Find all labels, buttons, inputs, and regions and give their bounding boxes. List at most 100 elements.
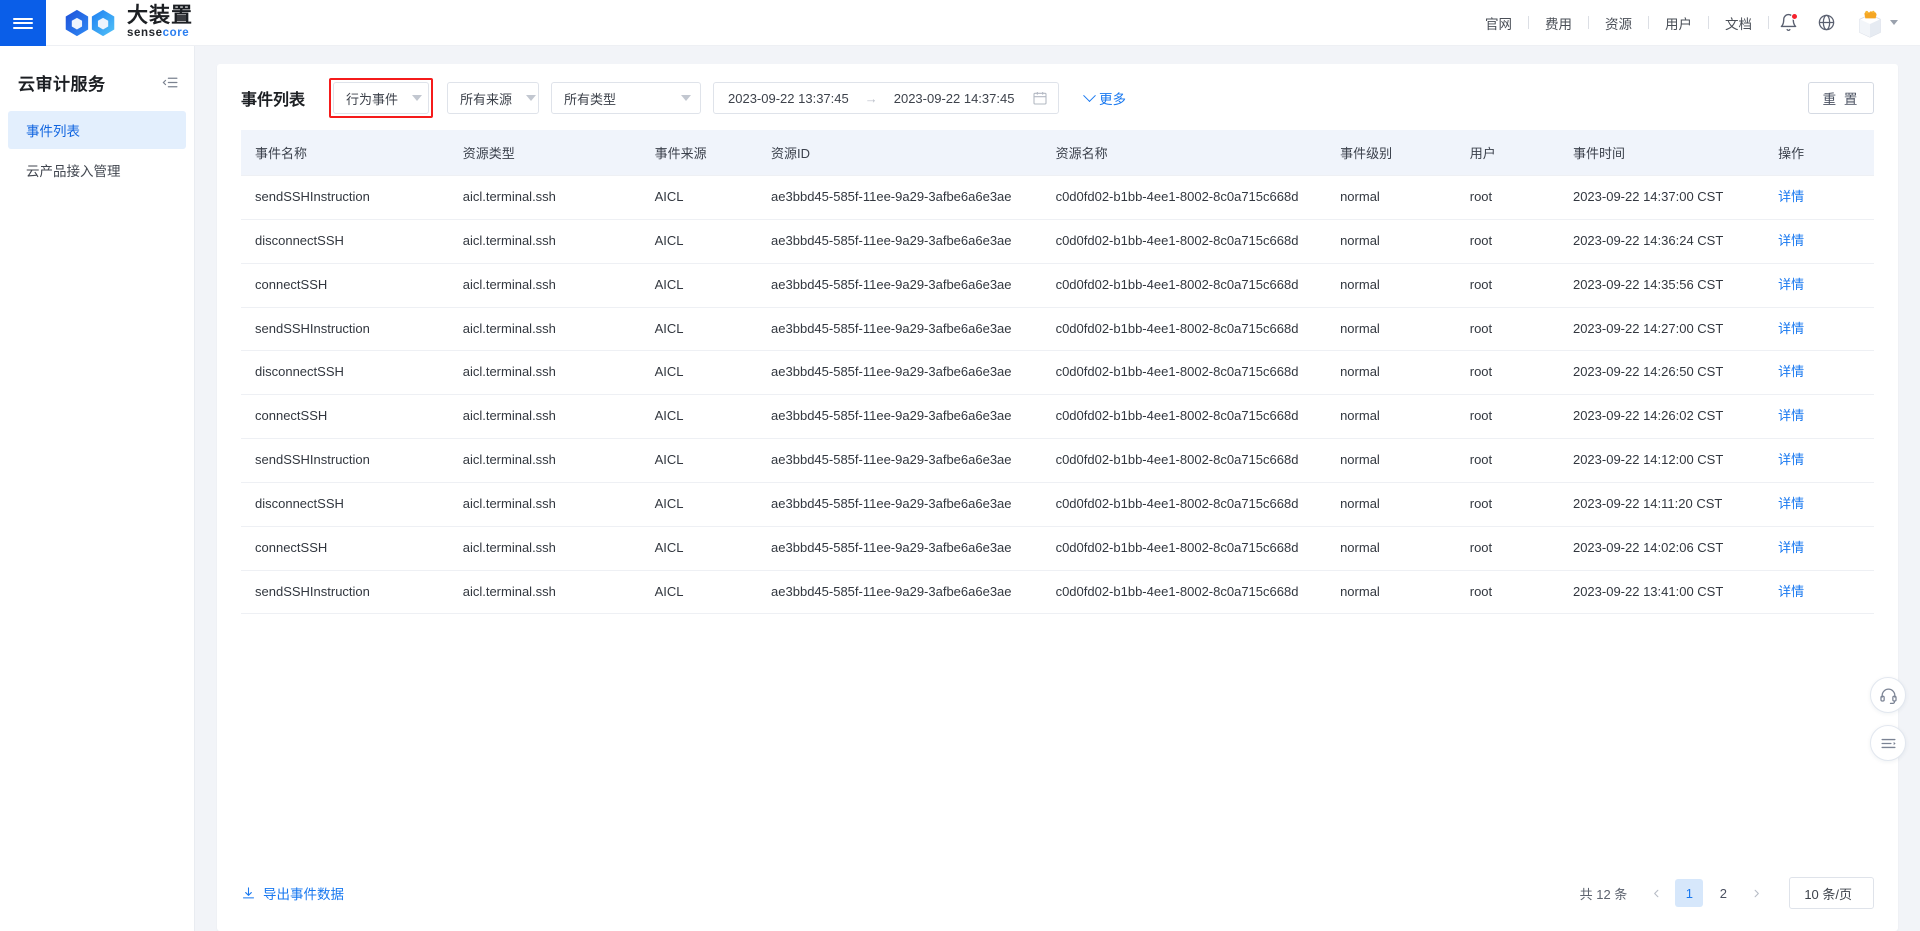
detail-link[interactable]: 详情	[1778, 584, 1804, 599]
table-cell-source: AICL	[645, 439, 761, 483]
table-cell-source: AICL	[645, 570, 761, 614]
event-list-panel: 事件列表 行为事件 所有来源 所有类型 2023-09-22 13:	[217, 64, 1898, 931]
notification-bell-icon[interactable]	[1769, 4, 1807, 42]
table-cell-level: normal	[1330, 526, 1460, 570]
table-cell-name: sendSSHInstruction	[241, 176, 453, 220]
table-cell-rid: ae3bbd45-585f-11ee-9a29-3afbe6a6e3ae	[761, 219, 1046, 263]
date-end-input[interactable]: 2023-09-22 14:37:45	[894, 91, 1015, 106]
brand-name-cn: 大装置	[127, 5, 193, 26]
table-cell-rtype: aicl.terminal.ssh	[453, 526, 645, 570]
page-layout: 云审计服务 事件列表 云产品接入管理 事件列表 行为事件	[0, 46, 1920, 931]
table-cell-rtype: aicl.terminal.ssh	[453, 351, 645, 395]
calendar-icon[interactable]	[1032, 90, 1048, 106]
table-cell-action: 详情	[1768, 439, 1874, 483]
table-cell-rid: ae3bbd45-585f-11ee-9a29-3afbe6a6e3ae	[761, 263, 1046, 307]
source-select[interactable]: 所有来源	[447, 82, 539, 114]
export-events-button[interactable]: 导出事件数据	[241, 883, 344, 903]
table-cell-level: normal	[1330, 176, 1460, 220]
table-cell-time: 2023-09-22 14:27:00 CST	[1563, 307, 1768, 351]
detail-link[interactable]: 详情	[1778, 277, 1804, 292]
event-type-select[interactable]: 行为事件	[333, 82, 429, 114]
table-cell-level: normal	[1330, 395, 1460, 439]
sidebar-item-label: 云产品接入管理	[26, 160, 121, 180]
detail-link[interactable]: 详情	[1778, 408, 1804, 423]
table-header-row: 事件名称 资源类型 事件来源 资源ID 资源名称 事件级别 用户 事件时间 操作	[241, 130, 1874, 176]
table-cell-name: disconnectSSH	[241, 351, 453, 395]
table-cell-rid: ae3bbd45-585f-11ee-9a29-3afbe6a6e3ae	[761, 307, 1046, 351]
detail-link[interactable]: 详情	[1778, 452, 1804, 467]
date-range-picker[interactable]: 2023-09-22 13:37:45 → 2023-09-22 14:37:4…	[713, 82, 1059, 114]
table-cell-rid: ae3bbd45-585f-11ee-9a29-3afbe6a6e3ae	[761, 526, 1046, 570]
pagination-page-1[interactable]: 1	[1675, 879, 1703, 907]
table-cell-rname: c0d0fd02-b1bb-4ee1-8002-8c0a715c668d	[1046, 176, 1331, 220]
headset-support-icon[interactable]	[1870, 677, 1906, 713]
table-cell-user: root	[1460, 570, 1563, 614]
collapse-sidebar-icon[interactable]	[162, 74, 179, 91]
pagination-total: 共 12 条	[1580, 884, 1628, 903]
table-cell-level: normal	[1330, 263, 1460, 307]
table-cell-level: normal	[1330, 219, 1460, 263]
nav-link-official-site[interactable]: 官网	[1469, 13, 1528, 33]
type-select[interactable]: 所有类型	[551, 82, 701, 114]
table-cell-action: 详情	[1768, 176, 1874, 220]
chevron-down-icon	[1890, 20, 1898, 25]
table-cell-rname: c0d0fd02-b1bb-4ee1-8002-8c0a715c668d	[1046, 351, 1331, 395]
table-row: sendSSHInstructionaicl.terminal.sshAICLa…	[241, 439, 1874, 483]
sidebar-item-cloud-product-access[interactable]: 云产品接入管理	[8, 151, 186, 189]
more-filters-toggle[interactable]: 更多	[1085, 88, 1126, 108]
chevron-down-icon	[526, 95, 536, 101]
table-row: connectSSHaicl.terminal.sshAICLae3bbd45-…	[241, 395, 1874, 439]
type-value: 所有类型	[564, 89, 616, 108]
table-cell-name: connectSSH	[241, 526, 453, 570]
table-cell-rtype: aicl.terminal.ssh	[453, 307, 645, 351]
table-cell-rname: c0d0fd02-b1bb-4ee1-8002-8c0a715c668d	[1046, 439, 1331, 483]
reset-button[interactable]: 重 置	[1808, 82, 1874, 114]
sidebar-item-event-list[interactable]: 事件列表	[8, 111, 186, 149]
pagination-page-2[interactable]: 2	[1709, 879, 1737, 907]
panel-list-icon[interactable]	[1870, 725, 1906, 761]
nav-link-resources[interactable]: 资源	[1589, 13, 1648, 33]
date-start-input[interactable]: 2023-09-22 13:37:45	[728, 91, 849, 106]
page-title: 事件列表	[241, 86, 305, 110]
page-size-select[interactable]: 10 条/页	[1789, 877, 1874, 909]
table-cell-rtype: aicl.terminal.ssh	[453, 482, 645, 526]
brand-logo[interactable]: 大装置 sensecore	[46, 0, 193, 45]
table-cell-rid: ae3bbd45-585f-11ee-9a29-3afbe6a6e3ae	[761, 395, 1046, 439]
detail-link[interactable]: 详情	[1778, 189, 1804, 204]
chevron-down-icon	[681, 95, 691, 101]
date-range-arrow: →	[855, 91, 888, 106]
table-cell-action: 详情	[1768, 351, 1874, 395]
table-cell-action: 详情	[1768, 263, 1874, 307]
table-cell-time: 2023-09-22 14:26:50 CST	[1563, 351, 1768, 395]
detail-link[interactable]: 详情	[1778, 364, 1804, 379]
detail-link[interactable]: 详情	[1778, 321, 1804, 336]
user-avatar-menu[interactable]	[1855, 8, 1898, 38]
event-table: 事件名称 资源类型 事件来源 资源ID 资源名称 事件级别 用户 事件时间 操作…	[241, 130, 1874, 614]
pagination: 共 12 条 1 2 10 条/页	[1580, 877, 1874, 909]
hamburger-line	[13, 22, 33, 24]
detail-link[interactable]: 详情	[1778, 496, 1804, 511]
nav-link-docs[interactable]: 文档	[1709, 13, 1768, 33]
nav-link-billing[interactable]: 费用	[1529, 13, 1588, 33]
hamburger-icon[interactable]	[0, 0, 46, 46]
table-cell-source: AICL	[645, 219, 761, 263]
table-cell-source: AICL	[645, 307, 761, 351]
nav-link-users[interactable]: 用户	[1649, 13, 1708, 33]
detail-link[interactable]: 详情	[1778, 540, 1804, 555]
column-header-event-source: 事件来源	[645, 130, 761, 176]
table-cell-level: normal	[1330, 351, 1460, 395]
table-row: connectSSHaicl.terminal.sshAICLae3bbd45-…	[241, 526, 1874, 570]
table-cell-level: normal	[1330, 439, 1460, 483]
column-header-resource-type: 资源类型	[453, 130, 645, 176]
language-globe-icon[interactable]	[1807, 4, 1845, 42]
detail-link[interactable]: 详情	[1778, 233, 1804, 248]
sidebar: 云审计服务 事件列表 云产品接入管理	[0, 46, 195, 931]
column-header-event-level: 事件级别	[1330, 130, 1460, 176]
pagination-next-button[interactable]	[1743, 880, 1769, 906]
table-cell-rid: ae3bbd45-585f-11ee-9a29-3afbe6a6e3ae	[761, 570, 1046, 614]
table-cell-time: 2023-09-22 13:41:00 CST	[1563, 570, 1768, 614]
pagination-prev-button[interactable]	[1643, 880, 1669, 906]
table-cell-source: AICL	[645, 395, 761, 439]
table-cell-rtype: aicl.terminal.ssh	[453, 219, 645, 263]
notification-badge-dot	[1791, 13, 1798, 20]
